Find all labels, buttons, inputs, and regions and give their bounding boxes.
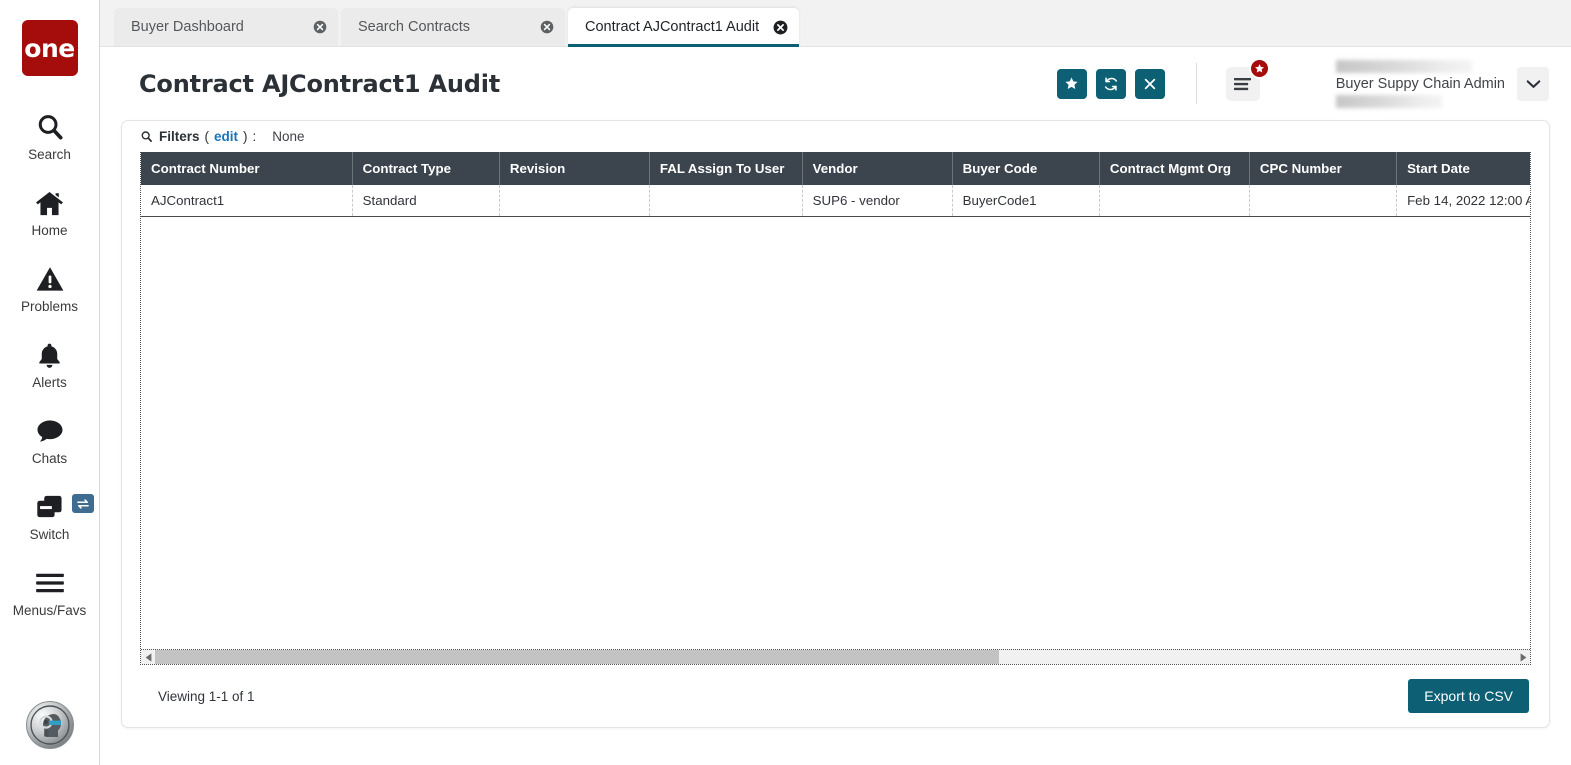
filters-colon: : bbox=[252, 129, 257, 144]
header-divider bbox=[1195, 63, 1197, 104]
close-button[interactable] bbox=[1134, 68, 1165, 99]
user-avatar-icon[interactable] bbox=[26, 701, 74, 749]
sidebar-item-label: Switch bbox=[29, 527, 70, 542]
sidebar-item-label: Chats bbox=[31, 451, 68, 466]
column-header-cpc-number[interactable]: CPC Number bbox=[1249, 152, 1398, 185]
cell-fal-assign-to-user bbox=[649, 185, 803, 217]
cell-buyer-code: BuyerCode1 bbox=[952, 185, 1100, 217]
sidebar-item-search[interactable]: Search bbox=[0, 98, 99, 174]
redacted-line-bottom bbox=[1335, 94, 1442, 108]
cell-contract-type: Standard bbox=[352, 185, 500, 217]
hamburger-menu-icon[interactable] bbox=[1225, 57, 1270, 101]
filters-edit-link[interactable]: edit bbox=[214, 129, 238, 144]
warning-triangle-icon bbox=[35, 262, 65, 296]
sidebar-item-home[interactable]: Home bbox=[0, 174, 99, 250]
column-header-fal-assign-to-user[interactable]: FAL Assign To User bbox=[649, 152, 803, 185]
cell-revision bbox=[499, 185, 650, 217]
table-header: Contract Number Contract Type Revision F… bbox=[141, 152, 1530, 185]
tab-search-contracts[interactable]: Search Contracts bbox=[341, 8, 565, 46]
application-window: one Search Home Problems Alerts Chats Sw… bbox=[0, 0, 1571, 765]
scrollbar-thumb[interactable] bbox=[155, 649, 999, 664]
search-icon bbox=[140, 130, 153, 143]
cell-contract-mgmt-org bbox=[1099, 185, 1250, 217]
tab-label: Contract AJContract1 Audit bbox=[585, 19, 760, 35]
search-icon bbox=[35, 110, 65, 144]
tab-buyer-dashboard[interactable]: Buyer Dashboard bbox=[114, 8, 338, 46]
left-sidebar: one Search Home Problems Alerts Chats Sw… bbox=[0, 0, 100, 765]
sidebar-item-problems[interactable]: Problems bbox=[0, 250, 99, 326]
hamburger-icon bbox=[35, 566, 65, 600]
tab-contract-audit[interactable]: Contract AJContract1 Audit bbox=[568, 8, 800, 47]
column-header-buyer-code[interactable]: Buyer Code bbox=[952, 152, 1100, 185]
user-name-group: Buyer Suppy Chain Admin bbox=[1335, 59, 1505, 108]
column-header-contract-mgmt-org[interactable]: Contract Mgmt Org bbox=[1099, 152, 1250, 185]
sidebar-item-label: Alerts bbox=[32, 375, 67, 390]
sidebar-item-label: Home bbox=[31, 223, 68, 238]
data-grid: Contract Number Contract Type Revision F… bbox=[140, 152, 1531, 665]
sidebar-nav: Search Home Problems Alerts Chats Switch… bbox=[0, 98, 99, 630]
cell-start-date: Feb 14, 2022 12:00 AM bbox=[1396, 185, 1530, 217]
sidebar-item-label: Search bbox=[28, 147, 71, 162]
windows-stack-icon bbox=[35, 490, 65, 524]
cell-vendor: SUP6 - vendor bbox=[802, 185, 953, 217]
filters-value: None bbox=[272, 129, 305, 144]
content-area: Filters (edit): None Contract Number Con… bbox=[100, 120, 1571, 728]
header-action-buttons bbox=[1056, 68, 1165, 99]
filters-close-paren: ) bbox=[243, 129, 248, 144]
close-circle-icon[interactable] bbox=[773, 20, 788, 35]
scrollbar-track[interactable] bbox=[155, 649, 1516, 664]
sidebar-item-chats[interactable]: Chats bbox=[0, 402, 99, 478]
main-content: Buyer Dashboard Search Contracts Contrac… bbox=[100, 0, 1571, 765]
sidebar-item-label: Menus/Favs bbox=[12, 603, 87, 618]
table-body: AJContract1 Standard SUP6 - vendor Buyer… bbox=[141, 185, 1530, 217]
favorite-button[interactable] bbox=[1056, 68, 1087, 99]
home-icon bbox=[34, 186, 65, 220]
column-header-vendor[interactable]: Vendor bbox=[802, 152, 953, 185]
bell-icon bbox=[35, 338, 64, 372]
scroll-left-arrow-icon[interactable] bbox=[141, 650, 155, 665]
export-to-csv-button[interactable]: Export to CSV bbox=[1408, 679, 1529, 713]
cell-cpc-number bbox=[1249, 185, 1398, 217]
star-badge-icon bbox=[1248, 57, 1270, 79]
app-logo-text: one bbox=[24, 33, 75, 63]
filters-label: Filters bbox=[159, 129, 200, 144]
page-header: Contract AJContract1 Audit Buyer Suppy C… bbox=[100, 47, 1571, 120]
chat-bubble-icon bbox=[35, 414, 65, 448]
audit-table: Contract Number Contract Type Revision F… bbox=[141, 152, 1530, 217]
tab-bar: Buyer Dashboard Search Contracts Contrac… bbox=[100, 0, 1571, 47]
cell-contract-number: AJContract1 bbox=[141, 185, 353, 217]
horizontal-scrollbar[interactable] bbox=[141, 649, 1530, 664]
grid-empty-space bbox=[141, 217, 1530, 649]
sidebar-item-switch[interactable]: Switch bbox=[0, 478, 99, 554]
column-header-contract-number[interactable]: Contract Number bbox=[141, 152, 353, 185]
chevron-down-icon[interactable] bbox=[1517, 66, 1549, 101]
column-header-contract-type[interactable]: Contract Type bbox=[352, 152, 500, 185]
column-header-start-date[interactable]: Start Date bbox=[1396, 152, 1530, 185]
swap-arrows-icon[interactable] bbox=[72, 494, 94, 513]
tab-label: Buyer Dashboard bbox=[131, 19, 244, 35]
app-logo[interactable]: one bbox=[21, 20, 78, 76]
sidebar-item-label: Problems bbox=[20, 299, 79, 314]
viewing-count-label: Viewing 1-1 of 1 bbox=[158, 688, 255, 704]
page-title: Contract AJContract1 Audit bbox=[139, 69, 501, 98]
filters-bar: Filters ( edit): None bbox=[122, 121, 1549, 152]
card-footer: Viewing 1-1 of 1 Export to CSV bbox=[122, 665, 1549, 727]
close-circle-icon[interactable] bbox=[540, 20, 554, 34]
sidebar-item-menus-favs[interactable]: Menus/Favs bbox=[0, 554, 99, 630]
user-profile[interactable]: Buyer Suppy Chain Admin bbox=[1335, 59, 1549, 108]
scroll-right-arrow-icon[interactable] bbox=[1516, 650, 1530, 665]
refresh-button[interactable] bbox=[1095, 68, 1126, 99]
user-role-label: Buyer Suppy Chain Admin bbox=[1335, 75, 1505, 92]
sidebar-item-alerts[interactable]: Alerts bbox=[0, 326, 99, 402]
table-header-row: Contract Number Contract Type Revision F… bbox=[141, 152, 1530, 185]
filters-open-paren: ( bbox=[204, 129, 210, 144]
column-header-revision[interactable]: Revision bbox=[499, 152, 650, 185]
table-row[interactable]: AJContract1 Standard SUP6 - vendor Buyer… bbox=[141, 185, 1530, 217]
audit-card: Filters (edit): None Contract Number Con… bbox=[121, 120, 1550, 728]
close-circle-icon[interactable] bbox=[313, 20, 327, 34]
tab-label: Search Contracts bbox=[358, 19, 471, 35]
redacted-line-top bbox=[1335, 59, 1472, 73]
